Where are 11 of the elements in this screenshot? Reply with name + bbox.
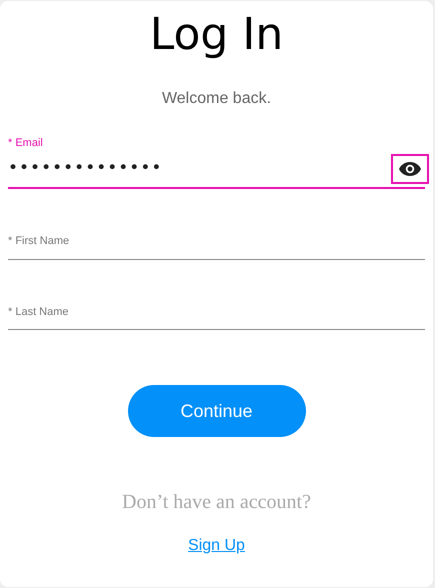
continue-button[interactable]: Continue xyxy=(128,385,306,437)
input-field[interactable]: * Last Name xyxy=(8,302,425,330)
eye-icon xyxy=(398,161,422,177)
show-password-button[interactable] xyxy=(391,154,429,184)
input-field[interactable]: •••••••••••••• xyxy=(8,156,391,182)
input-field[interactable]: * First Name xyxy=(8,232,425,260)
sign-up-link[interactable]: Sign Up xyxy=(188,537,245,554)
welcome-text: Welcome back. xyxy=(162,89,272,109)
page-title: Log In xyxy=(150,8,284,57)
signup-prompt: Don’t have an account? xyxy=(122,490,311,515)
field-label: * Email xyxy=(8,137,43,149)
